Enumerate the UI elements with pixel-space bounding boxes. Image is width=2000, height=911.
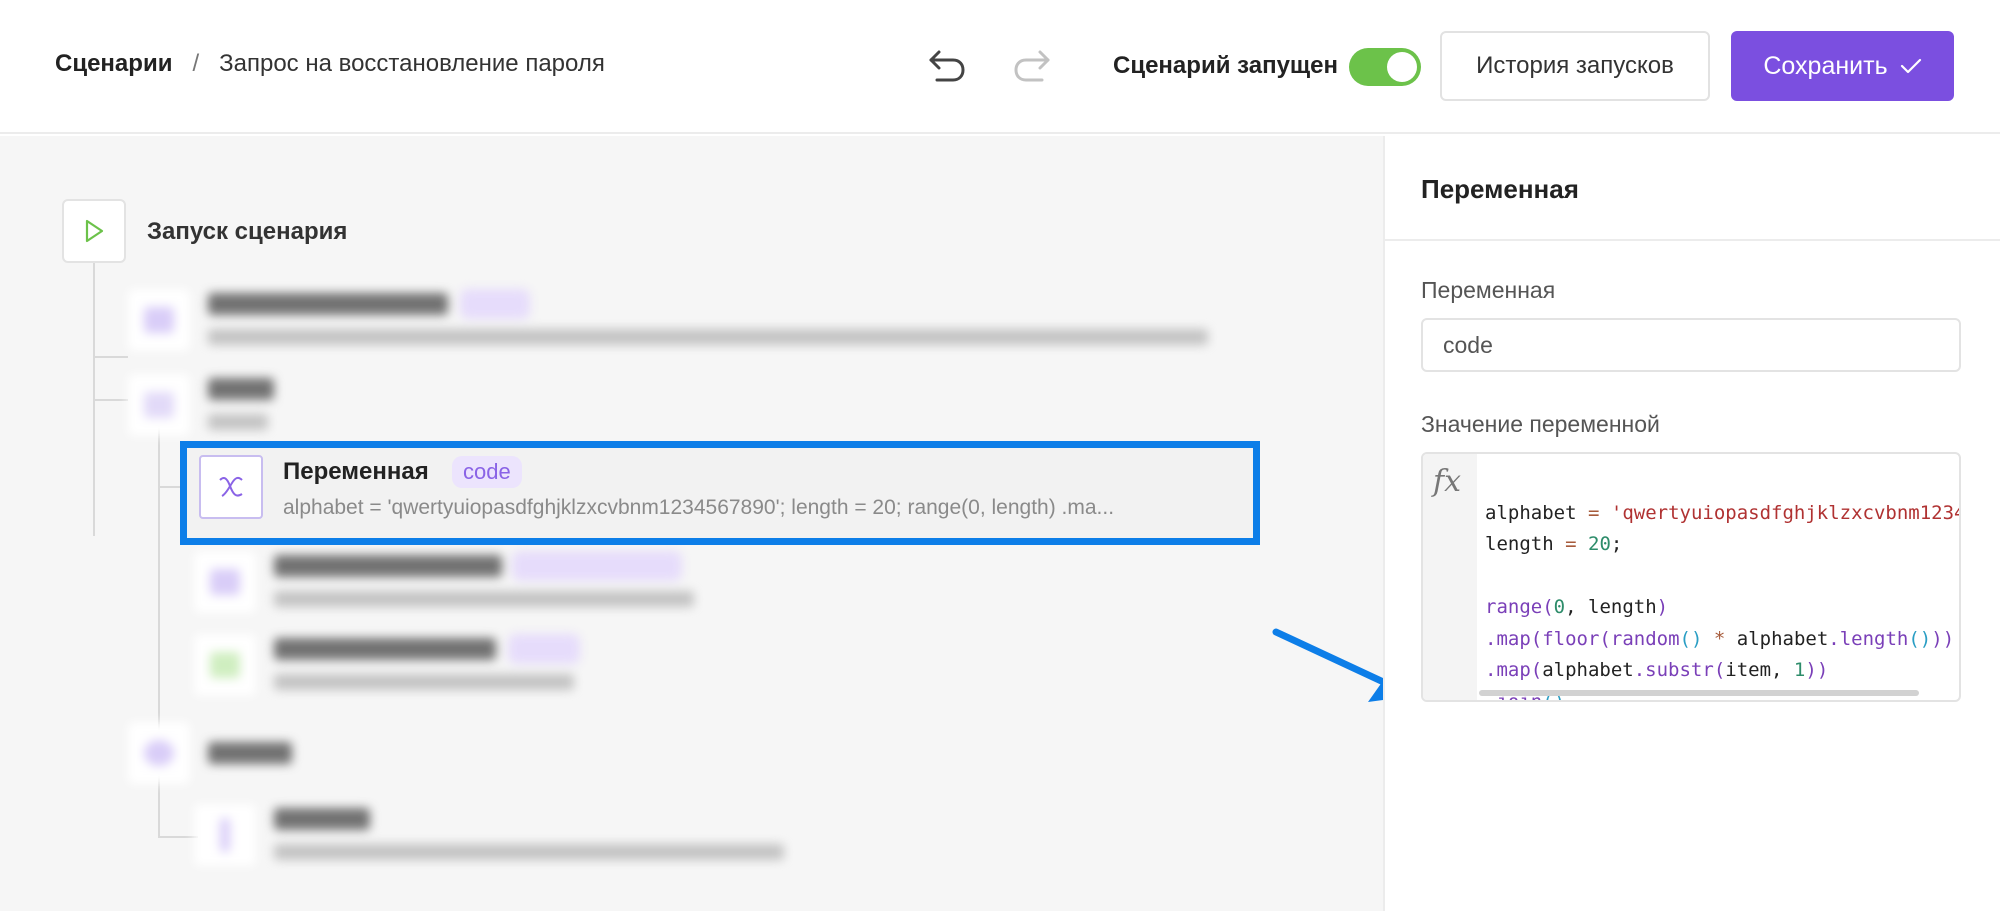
node-expression-preview: alphabet = 'qwertyuiopasdfghjklzxcvbnm12… xyxy=(283,496,1115,519)
code-line: alphabet = 'qwertyuiopasdfghjklzxcvbnm12… xyxy=(1485,501,1961,524)
properties-panel: Переменная Переменная Значение переменно… xyxy=(1383,136,2000,911)
scenario-canvas: Запуск сценария Переменная code alphabet… xyxy=(0,136,1383,911)
undo-icon[interactable] xyxy=(925,46,969,86)
panel-divider xyxy=(1385,239,2000,241)
top-bar: Сценарии / Запрос на восстановление паро… xyxy=(0,0,2000,134)
breadcrumb: Сценарии / Запрос на восстановление паро… xyxy=(55,50,605,78)
variable-name-input[interactable] xyxy=(1421,318,1961,372)
breadcrumb-scenarios-link[interactable]: Сценарии xyxy=(55,50,172,78)
function-icon: fx xyxy=(1433,464,1462,499)
save-button-label: Сохранить xyxy=(1763,51,1888,80)
panel-title: Переменная xyxy=(1421,174,1579,204)
blurred-node[interactable] xyxy=(128,374,528,444)
toggle-knob xyxy=(1387,52,1417,82)
blurred-node[interactable] xyxy=(128,289,1248,359)
code-lines: alphabet = 'qwertyuiopasdfghjklzxcvbnm12… xyxy=(1485,466,1961,701)
blurred-node[interactable] xyxy=(128,722,428,792)
save-button[interactable]: Сохранить xyxy=(1731,31,1954,101)
breadcrumb-current: Запрос на восстановление пароля xyxy=(219,50,605,77)
code-line: length = 20; xyxy=(1485,533,1623,555)
play-icon xyxy=(85,219,104,243)
run-history-button[interactable]: История запусков xyxy=(1440,31,1710,101)
arrow-right-icon xyxy=(1272,628,1383,702)
code-line: .map(alphabet.substr(item, 1)) xyxy=(1485,659,1829,681)
variable-code-editor[interactable]: fx alphabet = 'qwertyuiopasdfghjklzxcvbn… xyxy=(1421,452,1961,702)
blurred-node[interactable] xyxy=(194,634,694,704)
variable-icon xyxy=(199,455,263,519)
tree-connector xyxy=(93,356,128,358)
start-node[interactable] xyxy=(62,199,126,263)
tree-connector xyxy=(158,836,198,838)
scenario-status-label: Сценарий запущен xyxy=(1113,52,1339,79)
code-horizontal-scrollbar[interactable] xyxy=(1479,690,1919,696)
code-line: .map(floor(random() * alphabet.length())… xyxy=(1485,627,1955,650)
variable-value-label: Значение переменной xyxy=(1421,411,1660,437)
blurred-node[interactable] xyxy=(194,804,814,874)
blurred-node[interactable] xyxy=(194,551,794,621)
checkmark-icon xyxy=(1900,58,1921,74)
node-variable-tag: code xyxy=(452,456,522,488)
node-title: Переменная xyxy=(283,458,429,485)
selected-variable-node[interactable]: Переменная code alphabet = 'qwertyuiopas… xyxy=(180,441,1260,545)
tree-connector xyxy=(93,399,128,401)
scenario-running-toggle[interactable] xyxy=(1349,48,1421,86)
start-node-label: Запуск сценария xyxy=(147,218,348,245)
redo-icon[interactable] xyxy=(1010,46,1054,86)
code-gutter: fx xyxy=(1423,454,1477,700)
code-line: range(0, length) xyxy=(1485,596,1669,618)
variable-name-label: Переменная xyxy=(1421,277,1556,303)
breadcrumb-separator: / xyxy=(192,50,200,77)
